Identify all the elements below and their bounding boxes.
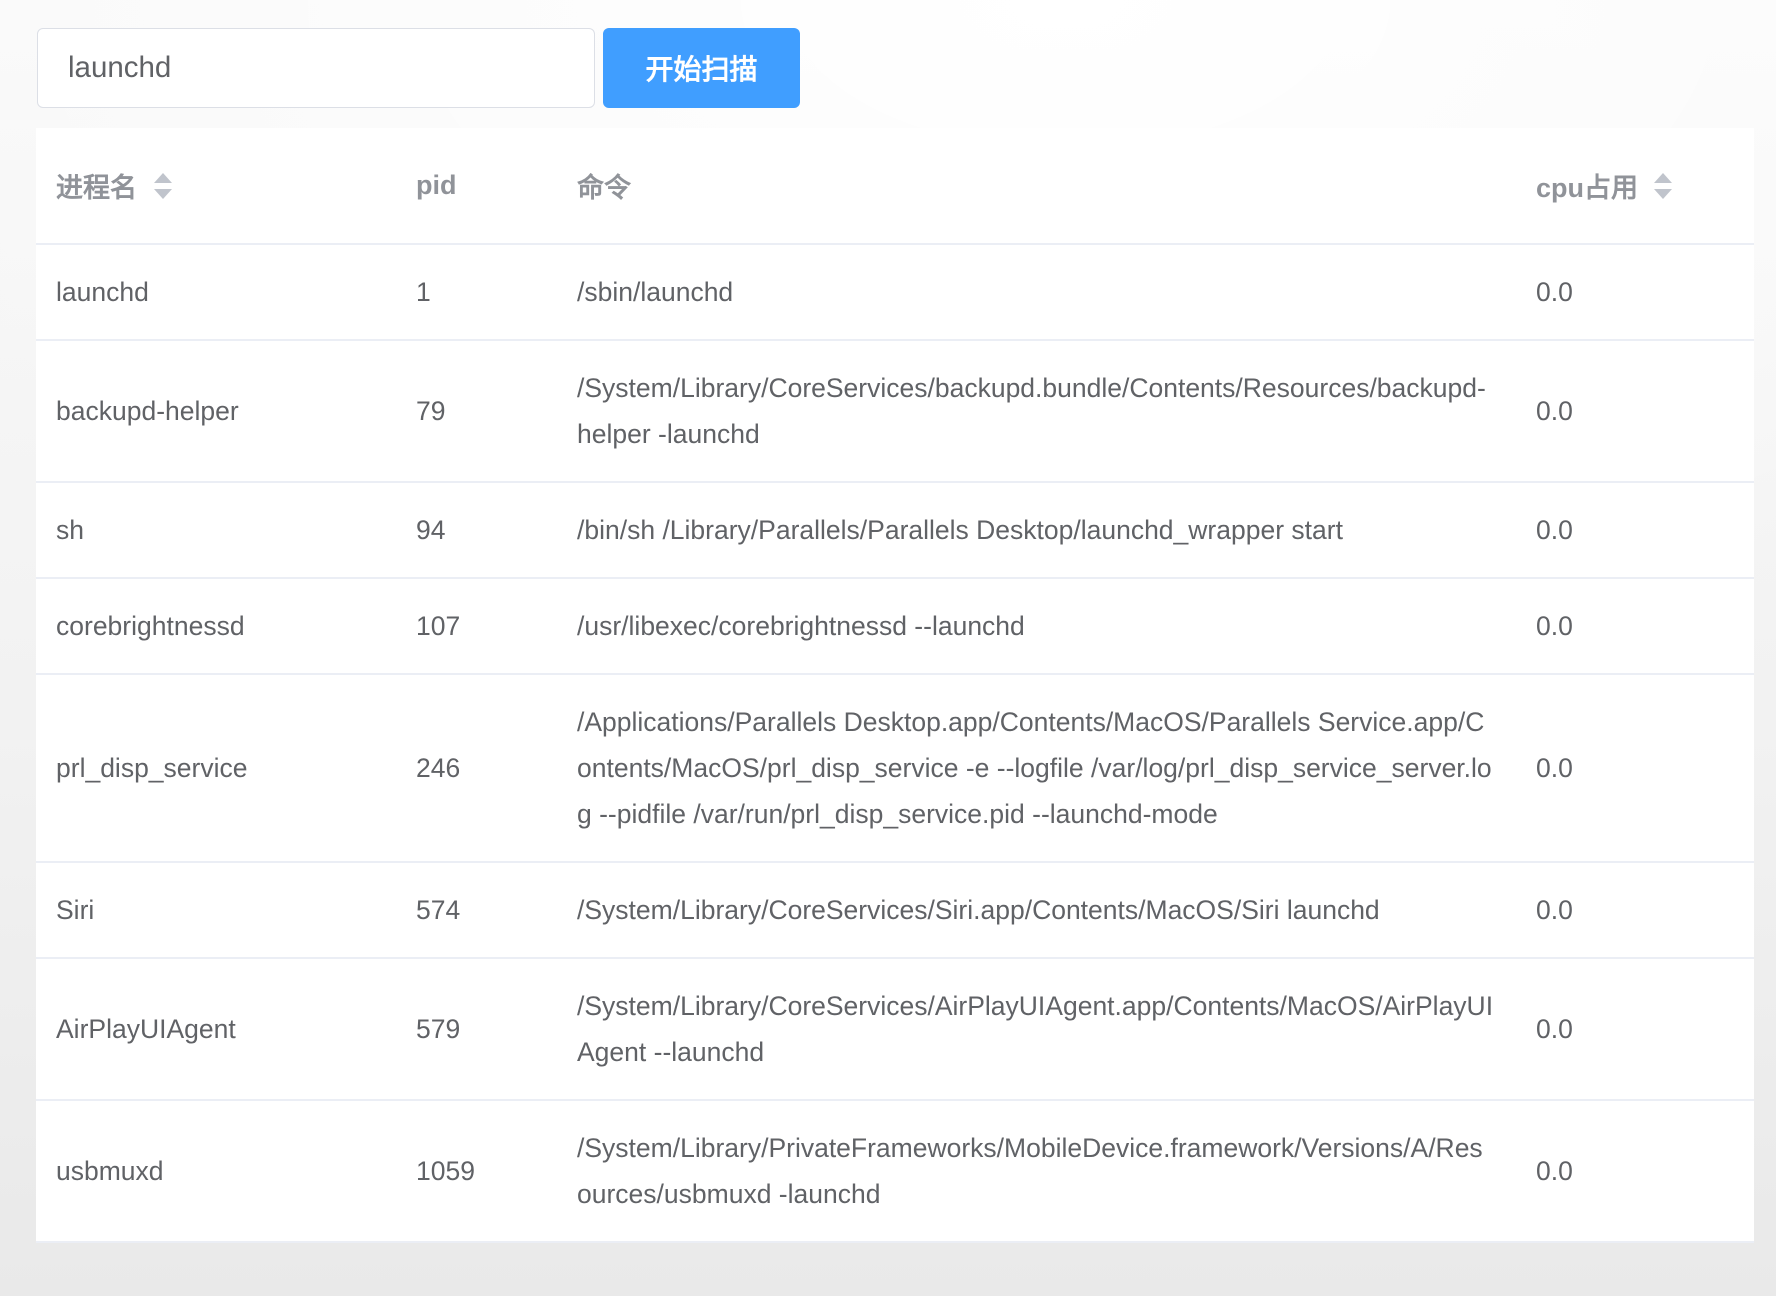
table-row: Siri 574 /System/Library/CoreServices/Si… <box>36 863 1754 959</box>
process-name: corebrightnessd <box>56 611 245 641</box>
cpu-value: 0.0 <box>1536 277 1573 307</box>
cell-command: /System/Library/PrivateFrameworks/Mobile… <box>557 1101 1516 1241</box>
sort-descending-icon[interactable] <box>1654 188 1673 199</box>
cell-command: /System/Library/CoreServices/backupd.bun… <box>557 341 1516 481</box>
cell-process-name: corebrightnessd <box>36 579 396 673</box>
cell-cpu: 0.0 <box>1516 341 1754 481</box>
command-text: /System/Library/CoreServices/Siri.app/Co… <box>577 895 1380 925</box>
sort-ascending-icon[interactable] <box>1654 172 1673 183</box>
sort-caret-icon[interactable] <box>154 172 172 199</box>
column-header-label: pid <box>416 170 457 200</box>
column-header-label: cpu占用 <box>1536 173 1639 203</box>
pid-value: 574 <box>416 895 461 925</box>
cell-cpu: 0.0 <box>1516 579 1754 673</box>
cell-command: /sbin/launchd <box>557 245 1516 339</box>
process-name: Siri <box>56 895 95 925</box>
command-text: /usr/libexec/corebrightnessd --launchd <box>577 611 1025 641</box>
cell-pid: 579 <box>396 959 557 1099</box>
process-name: AirPlayUIAgent <box>56 1014 236 1044</box>
pid-value: 246 <box>416 753 461 783</box>
scan-button[interactable]: 开始扫描 <box>603 28 800 108</box>
cell-pid: 94 <box>396 483 557 577</box>
cell-process-name: Siri <box>36 863 396 957</box>
cell-pid: 1 <box>396 245 557 339</box>
cpu-value: 0.0 <box>1536 1156 1573 1186</box>
cell-command: /bin/sh /Library/Parallels/Parallels Des… <box>557 483 1516 577</box>
column-header-process-name[interactable]: 进程名 <box>36 128 396 243</box>
sort-ascending-icon[interactable] <box>154 172 172 183</box>
cell-cpu: 0.0 <box>1516 1101 1754 1241</box>
cpu-value: 0.0 <box>1536 895 1573 925</box>
sort-caret-icon[interactable] <box>1654 172 1673 199</box>
cell-command: /Applications/Parallels Desktop.app/Cont… <box>557 675 1516 861</box>
cell-pid: 246 <box>396 675 557 861</box>
cell-pid: 79 <box>396 341 557 481</box>
pid-value: 79 <box>416 396 446 426</box>
cpu-value: 0.0 <box>1536 1014 1573 1044</box>
table-row: usbmuxd 1059 /System/Library/PrivateFram… <box>36 1101 1754 1243</box>
command-text: /System/Library/CoreServices/backupd.bun… <box>577 373 1486 449</box>
cell-pid: 107 <box>396 579 557 673</box>
cell-process-name: prl_disp_service <box>36 675 396 861</box>
column-header-label: 进程名 <box>56 173 137 203</box>
cpu-value: 0.0 <box>1536 396 1573 426</box>
cell-cpu: 0.0 <box>1516 245 1754 339</box>
pid-value: 107 <box>416 611 461 641</box>
pid-value: 94 <box>416 515 446 545</box>
cell-process-name: sh <box>36 483 396 577</box>
cell-cpu: 0.0 <box>1516 483 1754 577</box>
cell-process-name: launchd <box>36 245 396 339</box>
search-input[interactable] <box>37 28 595 108</box>
pid-value: 1 <box>416 277 431 307</box>
process-name: prl_disp_service <box>56 753 248 783</box>
column-header-cpu[interactable]: cpu占用 <box>1516 128 1754 243</box>
command-text: /sbin/launchd <box>577 277 734 307</box>
cpu-value: 0.0 <box>1536 515 1573 545</box>
command-text: /bin/sh /Library/Parallels/Parallels Des… <box>577 515 1343 545</box>
table-row: sh 94 /bin/sh /Library/Parallels/Paralle… <box>36 483 1754 579</box>
table-row: AirPlayUIAgent 579 /System/Library/CoreS… <box>36 959 1754 1101</box>
column-header-pid: pid <box>396 128 557 243</box>
pid-value: 579 <box>416 1014 461 1044</box>
column-header-label: 命令 <box>577 173 631 203</box>
table-header: 进程名 pid 命令 cpu占用 <box>36 128 1754 245</box>
cell-command: /System/Library/CoreServices/Siri.app/Co… <box>557 863 1516 957</box>
table-row: launchd 1 /sbin/launchd 0.0 <box>36 245 1754 341</box>
cell-pid: 1059 <box>396 1101 557 1241</box>
process-table: 进程名 pid 命令 cpu占用 launchd 1 /sbin/launchd… <box>36 128 1754 1243</box>
table-row: corebrightnessd 107 /usr/libexec/corebri… <box>36 579 1754 675</box>
cell-cpu: 0.0 <box>1516 863 1754 957</box>
process-name: usbmuxd <box>56 1156 164 1186</box>
command-text: /System/Library/PrivateFrameworks/Mobile… <box>577 1133 1483 1209</box>
cell-command: /System/Library/CoreServices/AirPlayUIAg… <box>557 959 1516 1099</box>
column-header-command: 命令 <box>557 128 1516 243</box>
cell-command: /usr/libexec/corebrightnessd --launchd <box>557 579 1516 673</box>
sort-descending-icon[interactable] <box>154 188 172 199</box>
command-text: /System/Library/CoreServices/AirPlayUIAg… <box>577 991 1494 1067</box>
cell-process-name: AirPlayUIAgent <box>36 959 396 1099</box>
process-name: sh <box>56 515 84 545</box>
process-name: backupd-helper <box>56 396 239 426</box>
cell-pid: 574 <box>396 863 557 957</box>
command-text: /Applications/Parallels Desktop.app/Cont… <box>577 707 1492 829</box>
cpu-value: 0.0 <box>1536 753 1573 783</box>
cell-cpu: 0.0 <box>1516 959 1754 1099</box>
cell-process-name: usbmuxd <box>36 1101 396 1241</box>
cpu-value: 0.0 <box>1536 611 1573 641</box>
cell-cpu: 0.0 <box>1516 675 1754 861</box>
table-row: prl_disp_service 246 /Applications/Paral… <box>36 675 1754 863</box>
pid-value: 1059 <box>416 1156 475 1186</box>
process-name: launchd <box>56 277 149 307</box>
cell-process-name: backupd-helper <box>36 341 396 481</box>
table-row: backupd-helper 79 /System/Library/CoreSe… <box>36 341 1754 483</box>
